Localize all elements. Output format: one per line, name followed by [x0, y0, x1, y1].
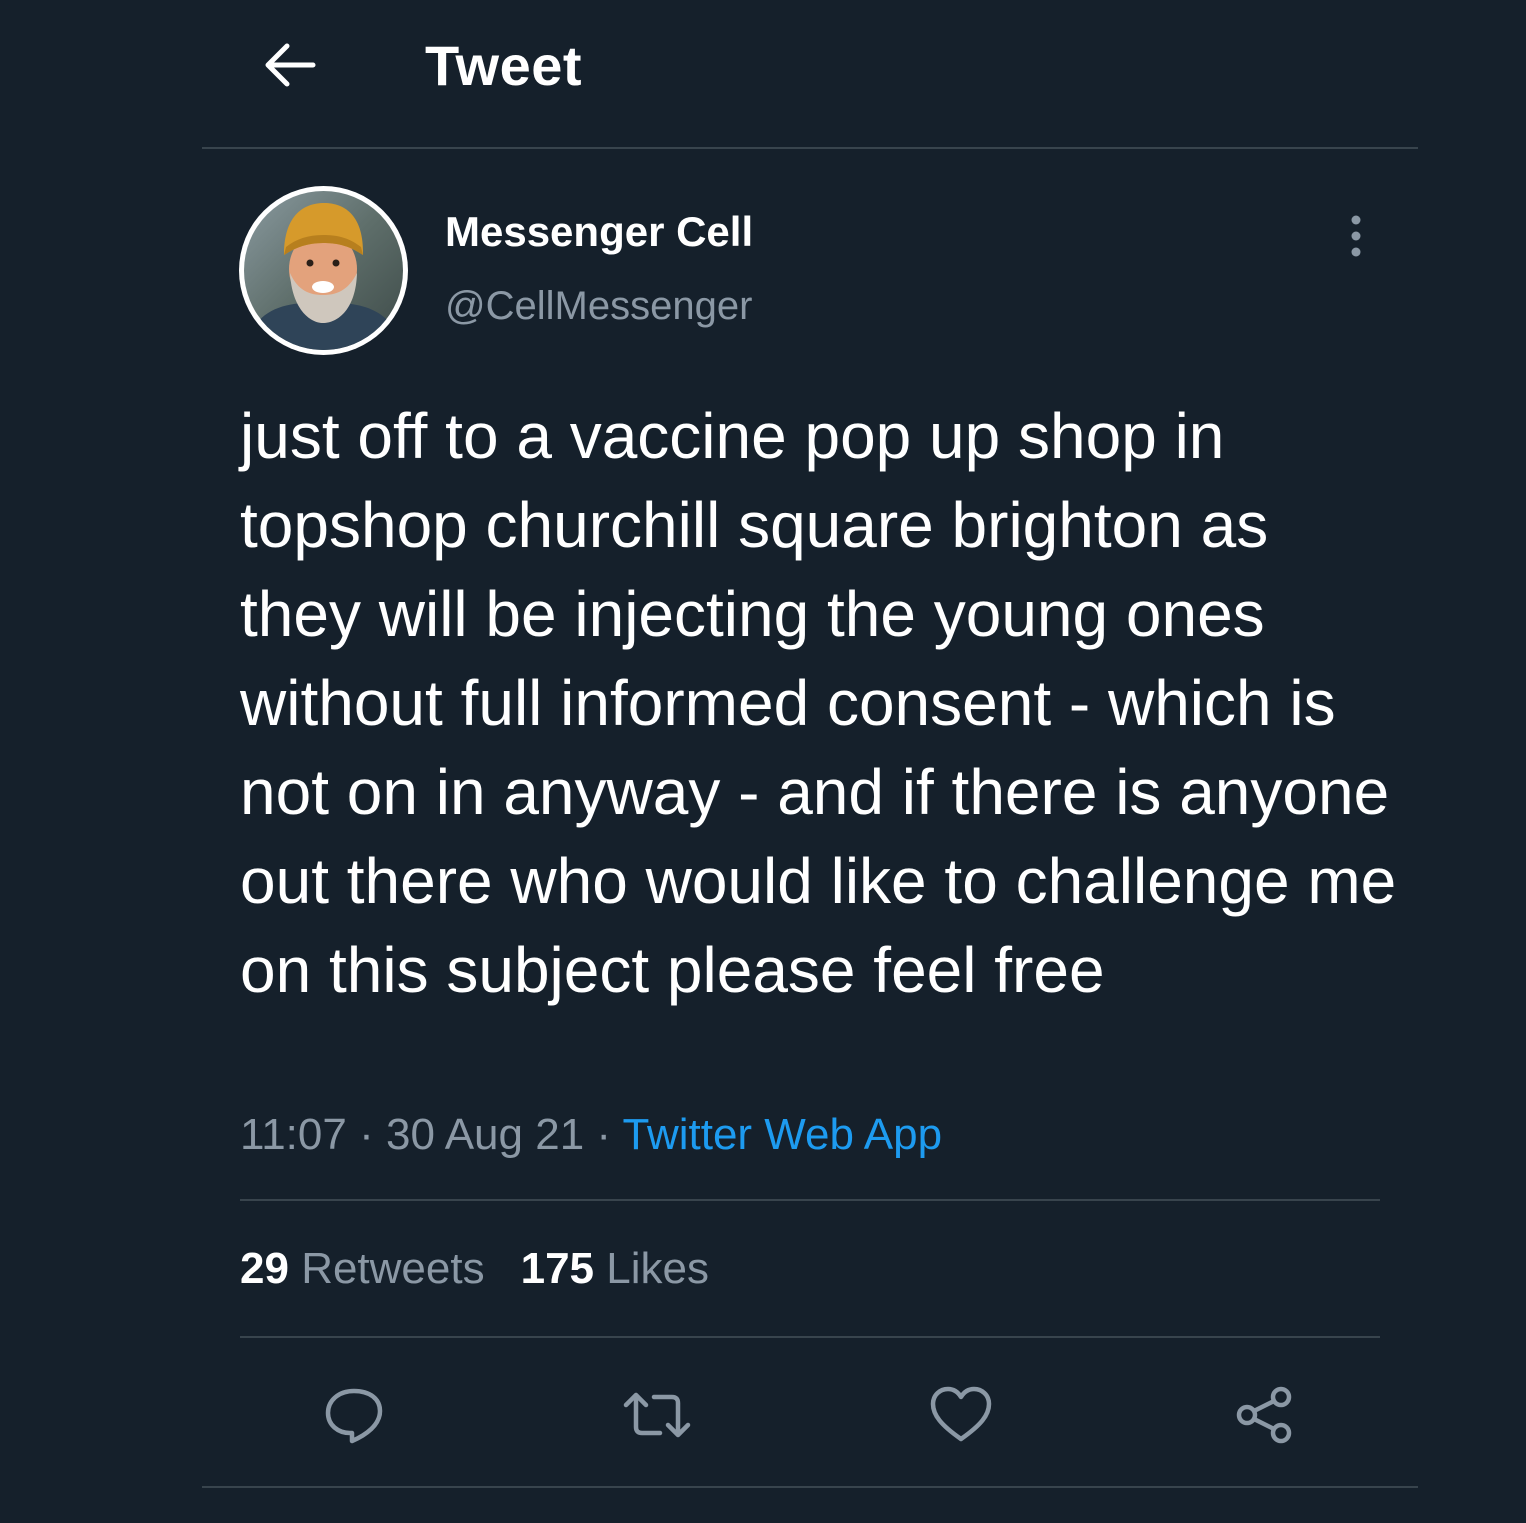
back-button[interactable]	[252, 30, 326, 100]
avatar[interactable]	[239, 186, 408, 355]
author-display-name[interactable]: Messenger Cell	[445, 208, 753, 256]
tweet-page: Tweet Messenger Cell @CellMessenger just…	[0, 0, 1526, 1523]
header-divider	[202, 147, 1418, 149]
more-options-button[interactable]	[1330, 205, 1382, 267]
like-icon	[930, 1386, 992, 1442]
arrow-left-icon	[265, 43, 316, 87]
retweet-icon	[623, 1392, 691, 1438]
like-button[interactable]	[926, 1380, 996, 1450]
more-vertical-icon	[1351, 215, 1361, 257]
tweet-date: 30 Aug 21	[385, 1110, 585, 1159]
stats-bottom-divider	[240, 1336, 1380, 1338]
meta-separator: ·	[596, 1110, 612, 1159]
share-icon	[1236, 1386, 1292, 1444]
tweet-source-link[interactable]: Twitter Web App	[623, 1110, 943, 1159]
likes-count: 175	[520, 1244, 595, 1293]
footer-divider	[202, 1486, 1418, 1488]
reply-icon	[325, 1388, 383, 1444]
page-title: Tweet	[425, 33, 583, 97]
meta-separator: ·	[359, 1110, 374, 1159]
retweets-stat[interactable]: 29 Retweets	[240, 1244, 485, 1293]
tweet-meta: 11:07 · 30 Aug 21 · Twitter Web App	[240, 1110, 942, 1160]
likes-label: Likes	[606, 1244, 709, 1293]
tweet-text: just off to a vaccine pop up shop in top…	[240, 400, 1397, 1006]
avatar-photo	[244, 191, 403, 350]
reply-button[interactable]	[319, 1380, 389, 1450]
tweet-time: 11:07	[240, 1110, 347, 1159]
author-handle[interactable]: @CellMessenger	[445, 284, 752, 329]
retweets-count: 29	[240, 1244, 289, 1293]
retweet-button[interactable]	[622, 1380, 692, 1450]
tweet-stats: 29 Retweets 175 Likes	[240, 1244, 745, 1294]
share-button[interactable]	[1230, 1380, 1300, 1450]
likes-stat[interactable]: 175 Likes	[521, 1244, 709, 1293]
retweets-label: Retweets	[301, 1244, 485, 1293]
stats-top-divider	[240, 1199, 1380, 1201]
